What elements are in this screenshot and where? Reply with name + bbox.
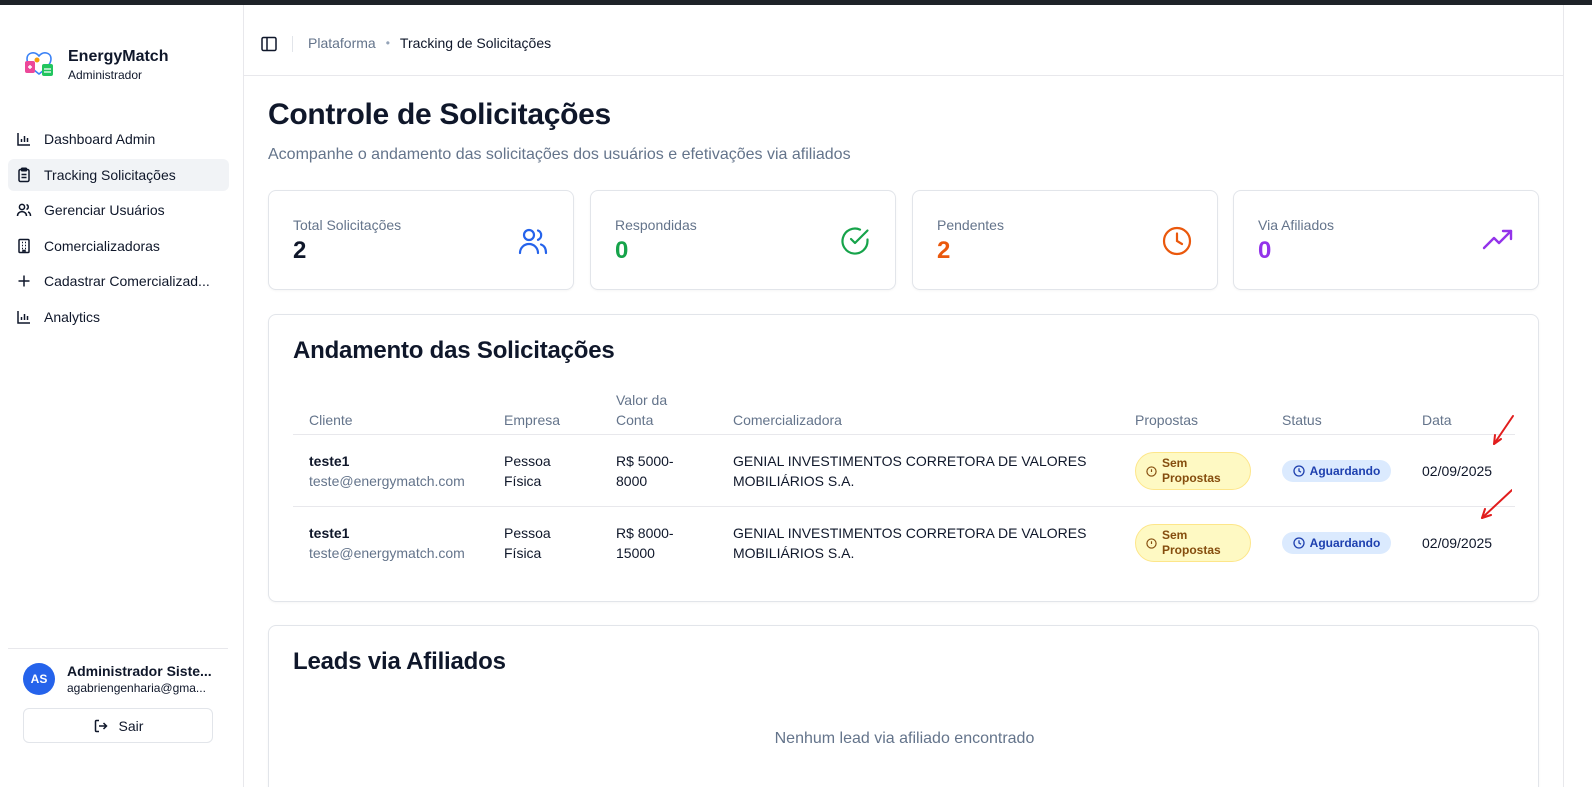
sidebar-item-gerenciar-usuarios[interactable]: Gerenciar Usuários: [8, 194, 229, 226]
client-name: teste1: [309, 453, 350, 469]
column-header-propostas[interactable]: Propostas: [1135, 410, 1198, 430]
client-email: teste@energymatch.com: [309, 473, 465, 489]
company-type: Pessoa Física: [504, 453, 551, 489]
breadcrumb-current: Tracking de Solicitações: [399, 35, 552, 51]
clock-icon: [1293, 465, 1305, 477]
user-name: Administrador Siste...: [67, 663, 212, 679]
sidebar-item-cadastrar-comercializadora[interactable]: Cadastrar Comercializad...: [8, 265, 229, 297]
app-role: Administrador: [68, 68, 143, 82]
check-circle-icon: [841, 227, 869, 255]
column-header-comercializadora[interactable]: Comercializadora: [733, 410, 842, 430]
user-email: agabriengenharia@gma...: [67, 681, 206, 695]
proposals-badge: Sem Propostas: [1135, 524, 1251, 562]
alert-circle-icon: [1146, 465, 1157, 477]
requests-card: Andamento das Solicitações Cliente Empre…: [268, 314, 1539, 602]
page-title: Controle de Solicitações: [268, 98, 611, 131]
leads-card: Leads via Afiliados Nenhum lead via afil…: [268, 625, 1539, 787]
sidebar-item-label: Comercializadoras: [44, 237, 160, 254]
energymatch-logo-icon: [25, 52, 53, 76]
client-email: teste@energymatch.com: [309, 545, 465, 561]
app-name: EnergyMatch: [68, 48, 169, 65]
sidebar-nav: Dashboard Admin Tracking Solicitações Ge…: [8, 123, 229, 336]
sidebar-item-comercializadoras[interactable]: Comercializadoras: [8, 230, 229, 262]
proposals-label: Sem Propostas: [1162, 456, 1221, 485]
column-header-cliente[interactable]: Cliente: [309, 410, 353, 430]
bar-chart-icon: [16, 131, 32, 147]
breadcrumb: Plataforma • Tracking de Solicitações: [308, 35, 551, 51]
building-icon: [16, 238, 32, 254]
sidebar-item-dashboard-admin[interactable]: Dashboard Admin: [8, 123, 229, 155]
request-date: 02/09/2025: [1422, 463, 1493, 479]
column-header-empresa[interactable]: Empresa: [504, 410, 560, 430]
clipboard-icon: [16, 166, 32, 183]
leads-empty-state: Nenhum lead via afiliado encontrado: [774, 730, 1035, 747]
stat-label: Via Afiliados: [1258, 217, 1335, 233]
logout-icon: [94, 719, 108, 732]
table-row-divider: [293, 506, 1515, 507]
annotation-arrow-icon: [1493, 415, 1514, 445]
proposals-badge: Sem Propostas: [1135, 452, 1251, 490]
trending-up-icon: [1482, 229, 1513, 250]
sidebar-item-label: Analytics: [44, 308, 101, 325]
stat-value: 0: [1258, 237, 1272, 264]
content-right-border: [1563, 5, 1564, 787]
top-header: Plataforma • Tracking de Solicitações: [244, 5, 1564, 76]
column-header-valor-da-conta[interactable]: Valor da Conta: [616, 390, 696, 430]
breadcrumb-separator: •: [385, 36, 390, 50]
sidebar-item-tracking-solicitacoes[interactable]: Tracking Solicitações: [8, 158, 229, 191]
users-icon: [518, 228, 548, 255]
status-label: Aguardando: [1309, 536, 1381, 550]
sidebar-item-label: Cadastrar Comercializad...: [44, 273, 210, 289]
stat-value: 0: [615, 237, 629, 264]
annotation-arrow-icon: [1481, 489, 1512, 519]
sidebar-item-analytics[interactable]: Analytics: [8, 301, 229, 333]
leads-title: Leads via Afiliados: [293, 648, 506, 675]
avatar: AS: [23, 663, 55, 695]
bill-value: R$ 5000-8000: [616, 453, 674, 489]
plus-icon: [16, 273, 32, 289]
status-label: Aguardando: [1309, 464, 1381, 478]
stat-card-respondidas: Respondidas 0: [590, 190, 896, 290]
sidebar-item-label: Gerenciar Usuários: [44, 202, 165, 218]
stat-label: Respondidas: [615, 217, 697, 233]
sidebar-item-label: Dashboard Admin: [44, 131, 156, 147]
user-profile[interactable]: AS Administrador Siste... agabriengenhar…: [23, 662, 223, 696]
stat-value: 2: [937, 237, 951, 264]
stat-value: 2: [293, 237, 307, 264]
alert-circle-icon: [1146, 537, 1157, 549]
brand[interactable]: EnergyMatch Administrador: [22, 47, 168, 83]
sidebar-item-label: Tracking Solicitações: [44, 166, 176, 183]
logout-label: Sair: [118, 717, 144, 734]
stat-card-pendentes: Pendentes 2: [912, 190, 1218, 290]
status-badge: Aguardando: [1282, 532, 1391, 554]
page-subtitle: Acompanhe o andamento das solicitações d…: [268, 146, 851, 163]
sidebar-divider: [8, 648, 228, 649]
stat-label: Pendentes: [937, 217, 1004, 233]
table-header-divider: [293, 434, 1515, 435]
stat-card-total-solicitacoes: Total Solicitações 2: [268, 190, 574, 290]
bar-chart-icon: [16, 309, 32, 325]
trader-name: GENIAL INVESTIMENTOS CORRETORA DE VALORE…: [733, 525, 1087, 561]
stat-label: Total Solicitações: [293, 217, 402, 233]
proposals-label: Sem Propostas: [1162, 528, 1221, 557]
request-date: 02/09/2025: [1422, 535, 1493, 551]
header-separator: [292, 36, 293, 52]
requests-title: Andamento das Solicitações: [293, 337, 615, 364]
breadcrumb-root-link[interactable]: Plataforma: [308, 35, 376, 51]
company-type: Pessoa Física: [504, 525, 551, 561]
logout-button[interactable]: Sair: [23, 708, 213, 743]
clock-icon: [1293, 537, 1305, 549]
users-icon: [16, 202, 32, 218]
stat-card-via-afiliados: Via Afiliados 0: [1233, 190, 1539, 290]
status-badge: Aguardando: [1282, 460, 1391, 482]
trader-name: GENIAL INVESTIMENTOS CORRETORA DE VALORE…: [733, 453, 1087, 489]
clock-icon: [1162, 226, 1192, 256]
column-header-data[interactable]: Data: [1422, 410, 1452, 430]
bill-value: R$ 8000-15000: [616, 525, 674, 561]
sidebar-toggle-icon[interactable]: [260, 35, 278, 53]
client-name: teste1: [309, 525, 350, 541]
column-header-status[interactable]: Status: [1282, 410, 1322, 430]
